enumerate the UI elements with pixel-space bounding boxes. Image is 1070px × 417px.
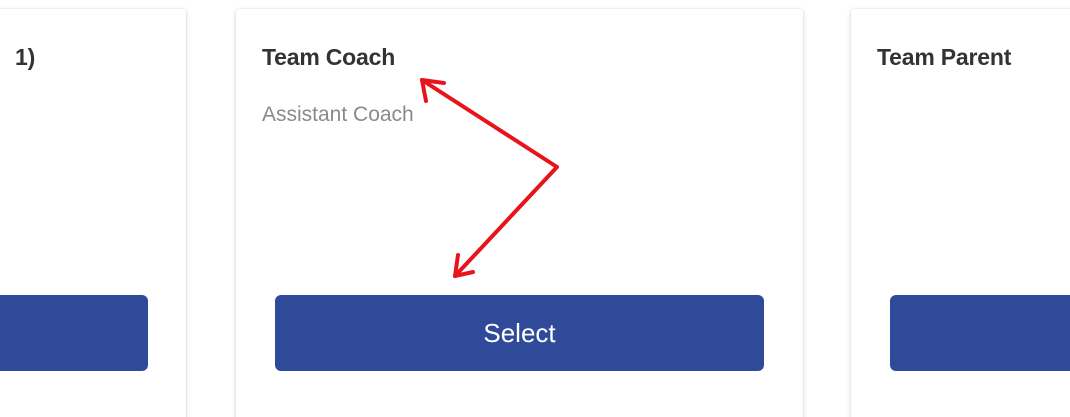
role-selection-view: 1) Team Coach Assistant Coach Select Tea… <box>0 0 1070 417</box>
select-button[interactable] <box>890 295 1070 371</box>
role-card-team-coach: Team Coach Assistant Coach Select <box>236 9 803 417</box>
role-card-subtitle: Assistant Coach <box>262 103 414 126</box>
select-button[interactable]: Select <box>275 295 764 371</box>
role-card-team-parent: Team Parent <box>851 9 1070 417</box>
role-card-title: Team Parent <box>877 44 1012 70</box>
select-button[interactable] <box>0 295 148 371</box>
role-card-title: Team Coach <box>262 44 396 70</box>
role-card-partial-left: 1) <box>0 9 186 417</box>
role-card-title: 1) <box>15 44 36 70</box>
